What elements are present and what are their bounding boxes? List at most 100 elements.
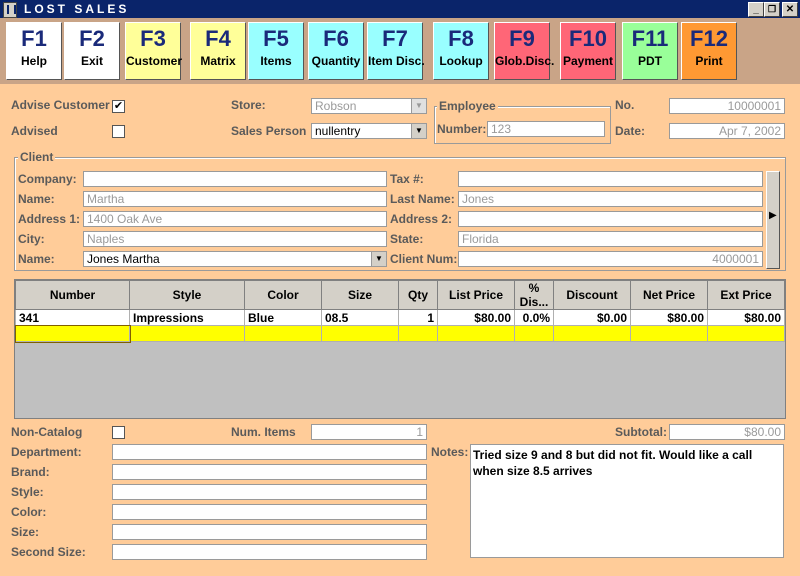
fkey-key: F2	[79, 26, 105, 51]
table-cell[interactable]	[707, 325, 785, 342]
column-header[interactable]: Style	[129, 280, 245, 310]
department-field[interactable]	[112, 444, 427, 460]
fkey-key: F10	[569, 26, 607, 51]
number-label: Number:	[437, 122, 487, 136]
title-bar: LOST SALES _ ❐ ✕	[0, 0, 800, 18]
advised-checkbox[interactable]	[112, 125, 125, 138]
fkey-f12-button[interactable]: F12 Print	[681, 22, 737, 80]
fkey-f4-button[interactable]: F4 Matrix	[190, 22, 246, 80]
minimize-button[interactable]: _	[748, 2, 764, 17]
size-field[interactable]	[112, 524, 427, 540]
client-name-value: Jones Martha	[87, 252, 160, 266]
second-size-field[interactable]	[112, 544, 427, 560]
address1-label: Address 1:	[18, 212, 81, 226]
table-cell[interactable]: $80.00	[707, 309, 785, 326]
color-field[interactable]	[112, 504, 427, 520]
table-row[interactable]	[14, 324, 785, 343]
table-cell[interactable]	[14, 324, 131, 343]
table-cell[interactable]: 1	[398, 309, 438, 326]
address1-field[interactable]: 1400 Oak Ave	[83, 211, 387, 227]
brand-label: Brand:	[11, 465, 50, 479]
table-cell[interactable]: Impressions	[129, 309, 245, 326]
brand-field[interactable]	[112, 464, 427, 480]
table-cell[interactable]: 0.0%	[514, 309, 554, 326]
table-cell[interactable]	[437, 325, 515, 342]
store-value: Robson	[315, 99, 357, 113]
chevron-down-icon: ▼	[411, 99, 426, 113]
table-cell[interactable]	[321, 325, 399, 342]
column-header[interactable]: Qty	[398, 280, 438, 310]
no-label: No.	[615, 98, 635, 112]
state-field[interactable]: Florida	[458, 231, 763, 247]
table-cell[interactable]: $80.00	[630, 309, 708, 326]
name-label: Name:	[18, 192, 55, 206]
column-header[interactable]: Net Price	[630, 280, 708, 310]
client-num-field[interactable]: 4000001	[458, 251, 763, 267]
table-cell[interactable]: 08.5	[321, 309, 399, 326]
column-header[interactable]: Number	[15, 280, 130, 310]
table-cell[interactable]	[553, 325, 631, 342]
advise-customer-checkbox[interactable]: ✔	[112, 100, 125, 113]
no-field[interactable]: 10000001	[669, 98, 785, 114]
chevron-down-icon[interactable]: ▼	[371, 252, 386, 266]
fkey-f1-button[interactable]: F1 Help	[6, 22, 62, 80]
fkey-f5-button[interactable]: F5 Items	[248, 22, 304, 80]
column-header[interactable]: % Dis...	[514, 280, 554, 310]
table-cell[interactable]: 341	[15, 309, 130, 326]
fkey-key: F9	[509, 26, 535, 51]
address2-field[interactable]	[458, 211, 763, 227]
advise-customer-label: Advise Customer	[11, 98, 110, 112]
tax-field[interactable]	[458, 171, 763, 187]
style-field[interactable]	[112, 484, 427, 500]
fkey-f8-button[interactable]: F8 Lookup	[433, 22, 489, 80]
chevron-down-icon[interactable]: ▼	[411, 124, 426, 138]
first-name-field[interactable]: Martha	[83, 191, 387, 207]
non-catalog-checkbox[interactable]	[112, 426, 125, 439]
store-select[interactable]: Robson ▼	[311, 98, 427, 114]
subtotal-field[interactable]: $80.00	[669, 424, 785, 440]
city-field[interactable]: Naples	[83, 231, 387, 247]
table-cell[interactable]	[630, 325, 708, 342]
window-title: LOST SALES	[24, 2, 130, 16]
fkey-f2-button[interactable]: F2 Exit	[64, 22, 120, 80]
employee-group-label: Employee	[437, 99, 498, 113]
notes-textarea[interactable]: Tried size 9 and 8 but did not fit. Woul…	[470, 444, 784, 558]
fkey-key: F6	[323, 26, 349, 51]
table-cell[interactable]: $0.00	[553, 309, 631, 326]
num-items-field[interactable]: 1	[311, 424, 427, 440]
table-cell[interactable]	[129, 325, 245, 342]
fkey-f9-button[interactable]: F9 Glob.Disc.	[494, 22, 554, 80]
num-items-label: Num. Items	[231, 425, 296, 439]
fkey-key: F12	[690, 26, 728, 51]
company-field[interactable]	[83, 171, 387, 187]
table-cell[interactable]: Blue	[244, 309, 322, 326]
date-field[interactable]: Apr 7, 2002	[669, 123, 785, 139]
items-table[interactable]: Number Style Color Size Qty List Price% Dis..…	[14, 279, 786, 419]
table-cell[interactable]	[398, 325, 438, 342]
column-header[interactable]: Ext Price	[707, 280, 785, 310]
maximize-button[interactable]: ❐	[764, 2, 780, 17]
size-label: Size:	[11, 525, 40, 539]
column-header[interactable]: Discount	[553, 280, 631, 310]
employee-number-field[interactable]: 123	[487, 121, 605, 137]
table-cell[interactable]: $80.00	[437, 309, 515, 326]
fkey-key: F1	[21, 26, 47, 51]
table-row[interactable]: 341 Impressions Blue 08.5 1 $80.00 0.0% $0.00 $8…	[15, 309, 785, 326]
table-cell[interactable]	[244, 325, 322, 342]
column-header[interactable]: Size	[321, 280, 399, 310]
column-header[interactable]: Color	[244, 280, 322, 310]
client-expand-button[interactable]: ▶	[766, 171, 780, 269]
fkey-f6-button[interactable]: F6 Quantity	[308, 22, 364, 80]
fkey-label: Item Disc.	[368, 54, 425, 68]
table-cell[interactable]	[514, 325, 554, 342]
sales-person-select[interactable]: nullentry ▼	[311, 123, 427, 139]
close-button[interactable]: ✕	[782, 2, 798, 17]
fkey-f11-button[interactable]: F11 PDT	[622, 22, 678, 80]
fkey-f3-button[interactable]: F3 Customer	[125, 22, 182, 80]
fkey-f10-button[interactable]: F10 Payment	[560, 22, 616, 80]
column-header[interactable]: List Price	[437, 280, 515, 310]
last-name-field[interactable]: Jones	[458, 191, 763, 207]
city-label: City:	[18, 232, 45, 246]
client-name-select[interactable]: Jones Martha ▼	[83, 251, 387, 267]
fkey-f7-button[interactable]: F7 Item Disc.	[367, 22, 425, 80]
